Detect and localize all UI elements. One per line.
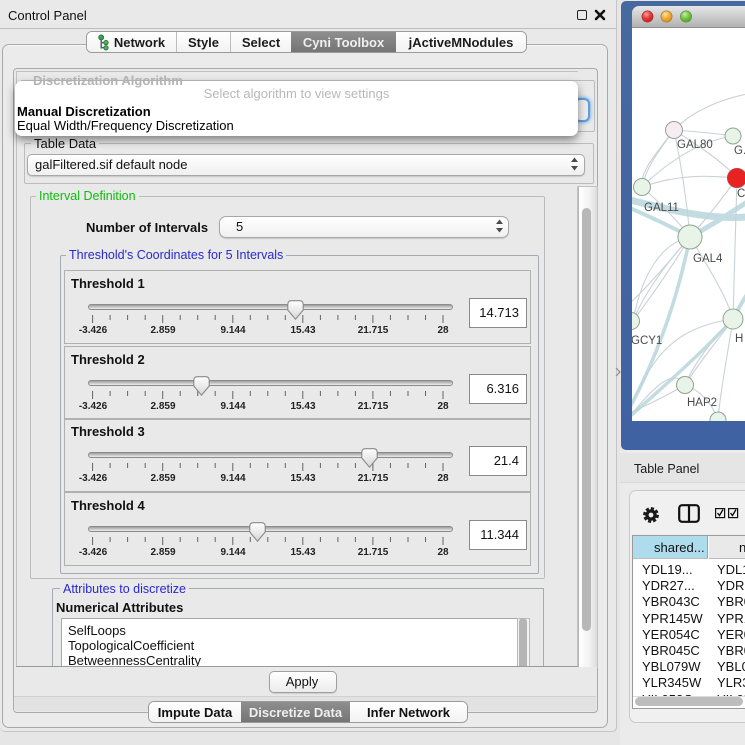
svg-text:H: H bbox=[735, 333, 743, 345]
svg-text:C: C bbox=[737, 188, 745, 200]
svg-text:HAP2: HAP2 bbox=[687, 397, 717, 409]
svg-text:GCY1: GCY1 bbox=[632, 335, 662, 347]
svg-text:G.: G. bbox=[734, 145, 745, 157]
svg-text:GAL80: GAL80 bbox=[677, 139, 713, 151]
svg-text:GAL4: GAL4 bbox=[693, 253, 723, 265]
svg-text:GAL11: GAL11 bbox=[644, 202, 679, 214]
